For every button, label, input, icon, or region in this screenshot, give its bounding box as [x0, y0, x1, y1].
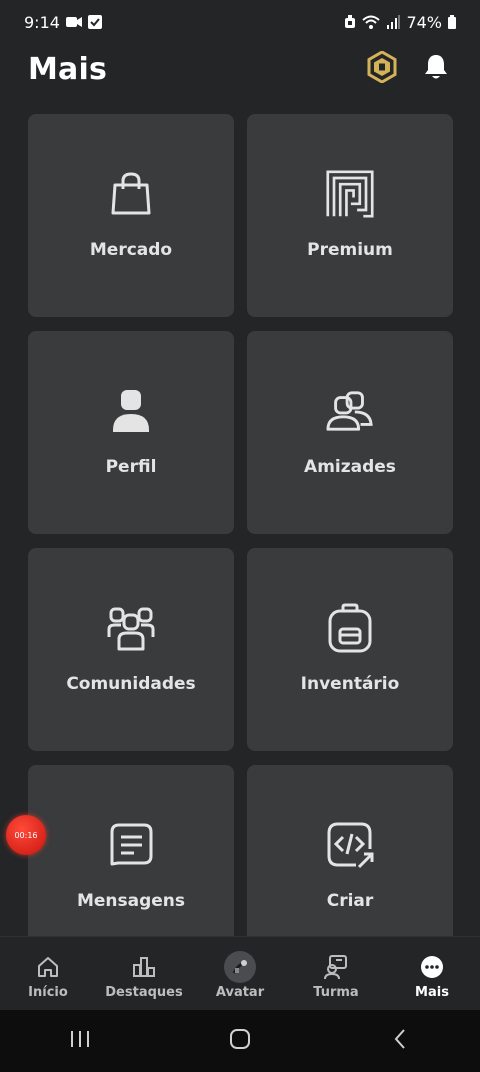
screen-recording-indicator[interactable]: 00:16: [6, 815, 46, 855]
nav-label: Avatar: [215, 985, 265, 1000]
system-nav-bar: [0, 1010, 480, 1072]
recent-apps-button[interactable]: [40, 1021, 120, 1061]
nav-label: Destaques: [105, 985, 183, 1000]
recording-time: 00:16: [14, 830, 38, 840]
battery-icon: [448, 15, 456, 29]
nav-inicio[interactable]: Início: [0, 937, 96, 1000]
wifi-icon: [362, 15, 381, 29]
notifications-button[interactable]: [420, 53, 452, 85]
robux-button[interactable]: [366, 50, 398, 87]
profile-icon: [107, 387, 155, 435]
home-system-button[interactable]: [200, 1021, 280, 1061]
more-menu-grid: Mercado Premium Perfil Amizades Comunida…: [28, 114, 453, 968]
signal-icon: [386, 15, 401, 29]
tile-mercado[interactable]: Mercado: [28, 114, 234, 317]
tile-comunidades[interactable]: Comunidades: [28, 548, 234, 751]
shopping-bag-icon: [107, 170, 155, 218]
premium-icon: [326, 170, 374, 218]
alarm-icon: [344, 15, 356, 29]
nav-destaques[interactable]: Destaques: [96, 937, 192, 1000]
tile-perfil[interactable]: Perfil: [28, 331, 234, 534]
home-circle-icon: [229, 1028, 251, 1054]
tile-label: Perfil: [105, 457, 157, 477]
checkbox-notification-icon: [87, 15, 102, 29]
nav-label: Mais: [415, 985, 449, 1000]
party-icon: [323, 953, 349, 981]
tile-label: Premium: [307, 240, 393, 260]
bottom-nav: Início Destaques Avatar Turma Mais: [0, 936, 480, 1011]
back-button[interactable]: [360, 1021, 440, 1061]
more-screen: 9:14 74% Mais Mercado Premium Perfil Ami…: [0, 0, 480, 1072]
back-chevron-icon: [393, 1028, 407, 1054]
communities-icon: [107, 604, 155, 652]
tile-label: Mensagens: [76, 891, 186, 911]
status-bar: 9:14 74%: [0, 0, 480, 44]
tile-label: Criar: [326, 891, 374, 911]
bell-icon: [423, 53, 449, 85]
home-icon: [36, 953, 60, 981]
video-camera-icon: [65, 16, 82, 28]
backpack-icon: [326, 603, 374, 653]
tile-label: Amizades: [304, 457, 396, 477]
code-icon: [326, 821, 374, 869]
tile-label: Inventário: [300, 674, 400, 694]
message-icon: [107, 821, 155, 869]
tile-inventario[interactable]: Inventário: [247, 548, 453, 751]
recent-apps-icon: [69, 1030, 91, 1052]
tile-premium[interactable]: Premium: [247, 114, 453, 317]
nav-turma[interactable]: Turma: [288, 937, 384, 1000]
tile-label: Mercado: [89, 240, 173, 260]
robux-icon: [367, 50, 397, 87]
nav-avatar[interactable]: Avatar: [192, 937, 288, 1000]
battery-percent: 74%: [406, 12, 442, 32]
status-time: 9:14: [24, 12, 60, 32]
tile-label: Comunidades: [66, 674, 196, 694]
friends-icon: [326, 387, 374, 435]
nav-label: Turma: [313, 985, 359, 1000]
nav-mais[interactable]: Mais: [384, 937, 480, 1000]
avatar-icon: [224, 951, 256, 983]
page-title: Mais: [28, 51, 108, 87]
tile-amizades[interactable]: Amizades: [247, 331, 453, 534]
header: Mais: [0, 44, 480, 94]
nav-label: Início: [28, 985, 68, 1000]
charts-icon: [132, 953, 156, 981]
more-icon: [420, 953, 444, 981]
